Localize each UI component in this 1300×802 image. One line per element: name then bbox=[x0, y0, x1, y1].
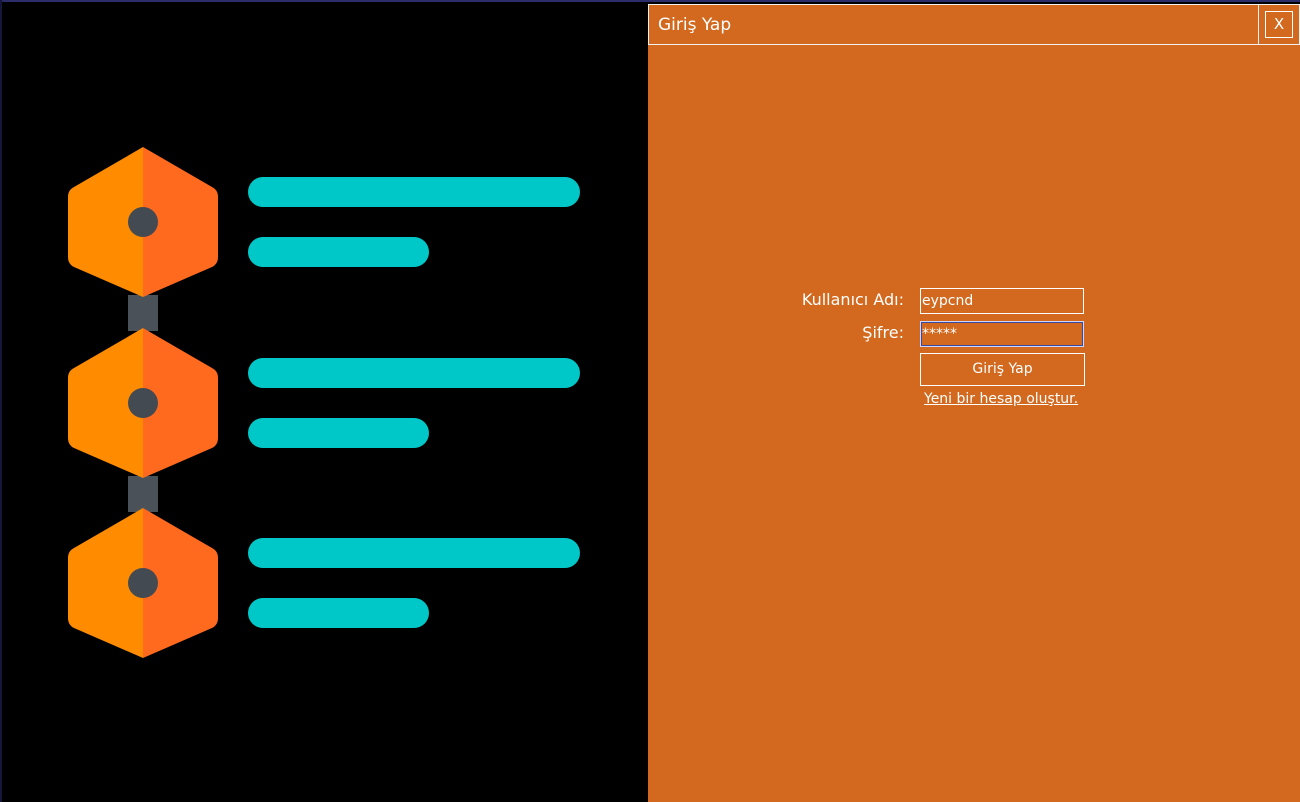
hexagon-node-icon bbox=[68, 328, 218, 478]
timeline-graphic bbox=[68, 147, 580, 658]
close-button[interactable]: X bbox=[1265, 11, 1293, 38]
title-bar: Giriş Yap bbox=[648, 4, 1259, 45]
timeline-connector bbox=[128, 476, 158, 512]
timeline-bar-long bbox=[248, 538, 580, 568]
password-label: Şifre: bbox=[862, 323, 904, 342]
timeline-bar-short bbox=[248, 237, 429, 267]
login-button[interactable]: Giriş Yap bbox=[920, 353, 1085, 386]
hexagon-node-icon bbox=[68, 508, 218, 658]
login-panel: Giriş Yap X Kullanıcı Adı: eypcnd Şifre:… bbox=[648, 4, 1300, 802]
username-field[interactable]: eypcnd bbox=[920, 288, 1084, 314]
login-window: Giriş Yap X Kullanıcı Adı: eypcnd Şifre:… bbox=[0, 0, 1300, 802]
timeline-bar-long bbox=[248, 177, 580, 207]
window-title: Giriş Yap bbox=[658, 15, 732, 35]
timeline-illustration bbox=[0, 0, 648, 802]
close-cell: X bbox=[1258, 4, 1300, 45]
timeline-bar-long bbox=[248, 358, 580, 388]
username-label: Kullanıcı Adı: bbox=[801, 290, 904, 309]
password-field[interactable]: ***** bbox=[920, 321, 1084, 347]
timeline-bar-short bbox=[248, 598, 429, 628]
timeline-connector bbox=[128, 295, 158, 331]
create-account-link[interactable]: Yeni bir hesap oluştur. bbox=[924, 390, 1078, 408]
hexagon-node-icon bbox=[68, 147, 218, 297]
timeline-bar-short bbox=[248, 418, 429, 448]
